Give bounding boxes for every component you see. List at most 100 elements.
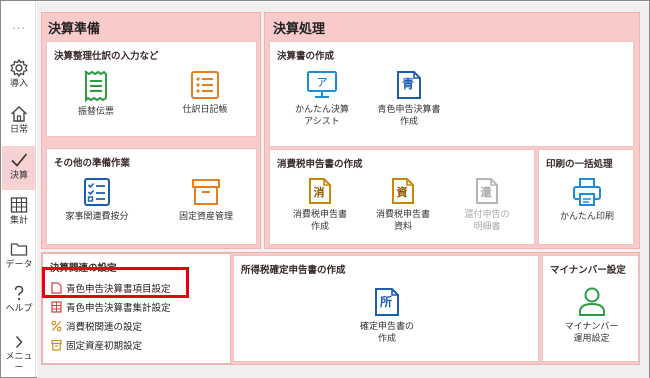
highlight-box bbox=[42, 267, 189, 298]
percent-icon bbox=[51, 320, 62, 332]
more-menu-icon[interactable]: ··· bbox=[2, 22, 36, 35]
consumption-create-label-2: 作成 bbox=[310, 222, 329, 232]
statements-title: 決算書の作成 bbox=[277, 51, 335, 62]
blue-document-icon: 青 bbox=[397, 71, 421, 99]
nav-label-closing: 決算 bbox=[9, 171, 28, 181]
easy-closing-label-2: アシスト bbox=[304, 117, 340, 127]
sidebar: ··· 導入 日常 決算 集計 データ ヘルプ メニュー bbox=[2, 2, 36, 377]
consumption-tax-create-button[interactable]: 消 消費税申告書 作成 bbox=[282, 177, 358, 233]
blue-return-label-2: 作成 bbox=[399, 117, 418, 127]
household-allocation-button[interactable]: 家事関連費按分 bbox=[51, 177, 143, 223]
check-icon bbox=[11, 153, 28, 167]
blue-return-summary-setting[interactable]: 青色申告決算書集計設定 bbox=[51, 300, 171, 314]
main-area: 決算準備 決算整理仕訳の入力など 振替伝票 仕訳日記帳 その他の準備作業 家事関… bbox=[37, 2, 649, 378]
monitor-icon: ア bbox=[307, 71, 337, 98]
nav-item-closing[interactable]: 決算 bbox=[2, 146, 36, 190]
svg-text:資: 資 bbox=[397, 185, 408, 199]
easy-closing-assist-button[interactable]: ア かんたん決算 アシスト bbox=[284, 70, 360, 128]
refund-label-1: 還付申告の bbox=[464, 210, 510, 220]
mynumber-settings-button[interactable]: マイナンバー 運用設定 bbox=[547, 285, 636, 345]
materials-document-icon: 資 bbox=[392, 178, 414, 204]
receipt-icon bbox=[85, 70, 107, 102]
nav-item-daily[interactable]: 日常 bbox=[2, 104, 36, 142]
small-box-icon bbox=[51, 339, 62, 351]
refund-statement-button[interactable]: 還 還付申告の 明細書 bbox=[450, 177, 524, 233]
entries-title: 決算整理仕訳の入力など bbox=[54, 51, 159, 62]
other-prep-title: その他の準備作業 bbox=[54, 158, 131, 169]
income-document-icon: 所 bbox=[375, 288, 399, 316]
nav-label-setup: 導入 bbox=[9, 79, 28, 89]
consumption-tax-materials-button[interactable]: 資 消費税申告書 資料 bbox=[365, 177, 441, 233]
fixed-asset-mgmt-label: 固定資産管理 bbox=[178, 212, 233, 222]
fixed-asset-initial-setting[interactable]: 固定資産初期設定 bbox=[51, 338, 142, 352]
folder-icon bbox=[10, 243, 28, 256]
nav-item-menu[interactable]: メニュー bbox=[2, 333, 36, 373]
final-return-label-1: 確定申告書の bbox=[359, 322, 414, 332]
svg-text:ア: ア bbox=[317, 76, 328, 89]
batch-print-title: 印刷の一括処理 bbox=[546, 159, 613, 170]
journal-book-button[interactable]: 仕訳日記帳 bbox=[165, 70, 245, 116]
consumption-tax-setting-label: 消費税関連の設定 bbox=[66, 322, 143, 333]
mynumber-label-1: マイナンバー bbox=[564, 322, 619, 332]
easy-print-label: かんたん印刷 bbox=[559, 212, 614, 222]
svg-text:所: 所 bbox=[380, 294, 392, 309]
other-prep-card: その他の準備作業 家事関連費按分 固定資産管理 bbox=[46, 148, 257, 245]
printer-icon bbox=[573, 178, 601, 206]
chevron-right-icon bbox=[15, 335, 23, 349]
nav-item-help[interactable]: ヘルプ bbox=[2, 283, 36, 321]
red-table-icon bbox=[51, 301, 62, 313]
prep-title: 決算準備 bbox=[48, 22, 101, 37]
batch-print-card: 印刷の一括処理 かんたん印刷 bbox=[538, 149, 634, 245]
consumption-tax-title: 消費税申告書の作成 bbox=[277, 159, 363, 170]
table-icon bbox=[10, 197, 28, 213]
consumption-tax-setting[interactable]: 消費税関連の設定 bbox=[51, 319, 142, 333]
journal-book-label: 仕訳日記帳 bbox=[182, 105, 228, 115]
nav-label-data: データ bbox=[5, 260, 33, 270]
mynumber-label-2: 運用設定 bbox=[573, 334, 610, 344]
svg-text:消: 消 bbox=[314, 185, 325, 199]
nav-item-setup[interactable]: 導入 bbox=[2, 58, 36, 96]
blue-return-label-1: 青色申告決算書 bbox=[377, 105, 441, 115]
prep-panel: 決算準備 決算整理仕訳の入力など 振替伝票 仕訳日記帳 その他の準備作業 家事関… bbox=[41, 12, 261, 249]
box-icon bbox=[192, 179, 220, 205]
gear-icon bbox=[10, 58, 28, 78]
statements-card: 決算書の作成 ア かんたん決算 アシスト 青 青色申告決算書 作成 bbox=[269, 41, 634, 147]
person-icon bbox=[578, 287, 605, 316]
easy-print-button[interactable]: かんたん印刷 bbox=[543, 177, 631, 223]
mynumber-title: マイナンバー設定 bbox=[550, 265, 626, 276]
consumption-materials-label-1: 消費税申告書 bbox=[375, 210, 430, 220]
list-icon bbox=[191, 71, 219, 99]
refund-label-2: 明細書 bbox=[473, 222, 501, 232]
checklist-icon bbox=[84, 178, 110, 206]
svg-text:還: 還 bbox=[481, 185, 493, 199]
nav-item-summary[interactable]: 集計 bbox=[2, 195, 36, 233]
blue-return-create-button[interactable]: 青 青色申告決算書 作成 bbox=[366, 70, 452, 128]
refund-document-icon: 還 bbox=[476, 178, 498, 204]
income-tax-title: 所得税確定申告書の作成 bbox=[241, 265, 346, 276]
nav-label-daily: 日常 bbox=[9, 125, 28, 135]
consumption-create-label-1: 消費税申告書 bbox=[292, 210, 347, 220]
final-return-label-2: 作成 bbox=[377, 334, 396, 344]
transfer-slip-label: 振替伝票 bbox=[77, 107, 114, 117]
fixed-asset-initial-label: 固定資産初期設定 bbox=[66, 341, 143, 352]
nav-label-help: ヘルプ bbox=[5, 304, 33, 314]
blue-return-summary-label: 青色申告決算書集計設定 bbox=[66, 303, 171, 314]
tax-document-icon: 消 bbox=[309, 178, 331, 204]
entries-card: 決算整理仕訳の入力など 振替伝票 仕訳日記帳 bbox=[46, 41, 257, 137]
home-icon bbox=[11, 106, 27, 122]
nav-item-data[interactable]: データ bbox=[2, 239, 36, 277]
consumption-materials-label-2: 資料 bbox=[393, 222, 412, 232]
easy-closing-label-1: かんたん決算 bbox=[294, 105, 349, 115]
mynumber-card: マイナンバー設定 マイナンバー 運用設定 bbox=[542, 255, 639, 362]
final-return-create-button[interactable]: 所 確定申告書の 作成 bbox=[344, 287, 430, 345]
nav-label-summary: 集計 bbox=[9, 216, 28, 226]
help-icon bbox=[14, 285, 24, 301]
consumption-tax-card: 消費税申告書の作成 消 消費税申告書 作成 資 消費税申告書 資料 還 還付申告… bbox=[269, 149, 535, 245]
process-panel: 決算処理 決算書の作成 ア かんたん決算 アシスト 青 青色申告決算書 作成 消… bbox=[264, 12, 640, 249]
nav-label-menu: メニュー bbox=[5, 352, 33, 373]
transfer-slip-button[interactable]: 振替伝票 bbox=[61, 70, 131, 118]
app-window: ··· 導入 日常 決算 集計 データ ヘルプ メニュー 決算準備 決算整理仕訳… bbox=[0, 0, 650, 378]
household-allocation-label: 家事関連費按分 bbox=[65, 212, 129, 222]
process-title: 決算処理 bbox=[273, 22, 326, 37]
fixed-asset-mgmt-button[interactable]: 固定資産管理 bbox=[159, 177, 253, 223]
